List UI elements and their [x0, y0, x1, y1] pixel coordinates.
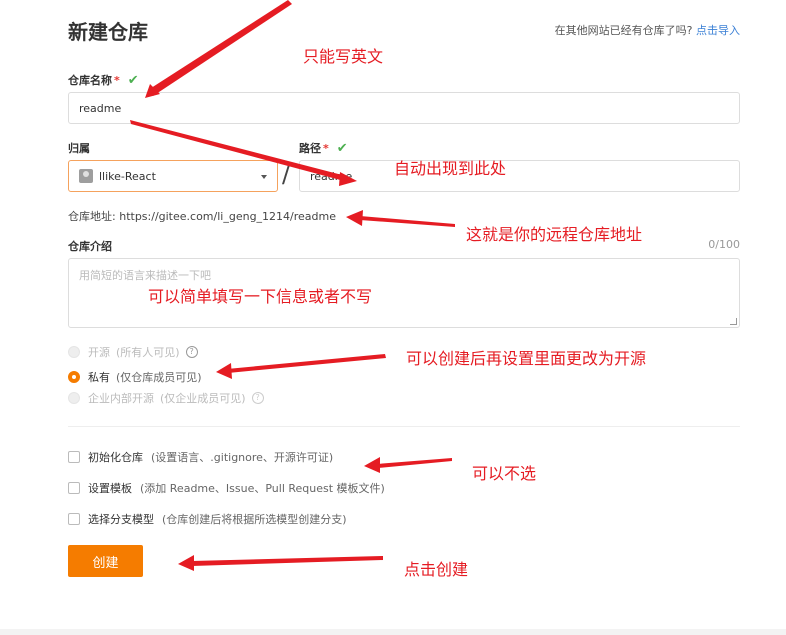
annotation-optional: 可以不选 — [472, 464, 537, 483]
annotation-auto-appear: 自动出现到此处 — [394, 159, 507, 178]
annotation-arrows — [130, 0, 455, 571]
arrow-options-head — [364, 457, 380, 473]
arrow-address — [360, 216, 455, 227]
arrow-options — [377, 458, 452, 468]
arrow-create-head — [178, 555, 194, 571]
arrow-path — [130, 120, 346, 181]
annotation-click-create: 点击创建 — [404, 560, 469, 579]
annotation-remote-address: 这就是你的远程仓库地址 — [466, 225, 643, 244]
arrow-address-head — [346, 210, 363, 226]
arrow-repo-name — [148, 0, 292, 96]
arrow-private — [227, 354, 386, 373]
annotation-english-only: 只能写英文 — [303, 47, 384, 66]
arrow-create — [192, 556, 383, 566]
arrow-private-head — [216, 363, 232, 379]
arrow-path-head — [339, 172, 357, 186]
annotation-fill-simple: 可以简单填写一下信息或者不写 — [148, 287, 373, 306]
annotation-change-open: 可以创建后再设置里面更改为开源 — [406, 349, 647, 368]
